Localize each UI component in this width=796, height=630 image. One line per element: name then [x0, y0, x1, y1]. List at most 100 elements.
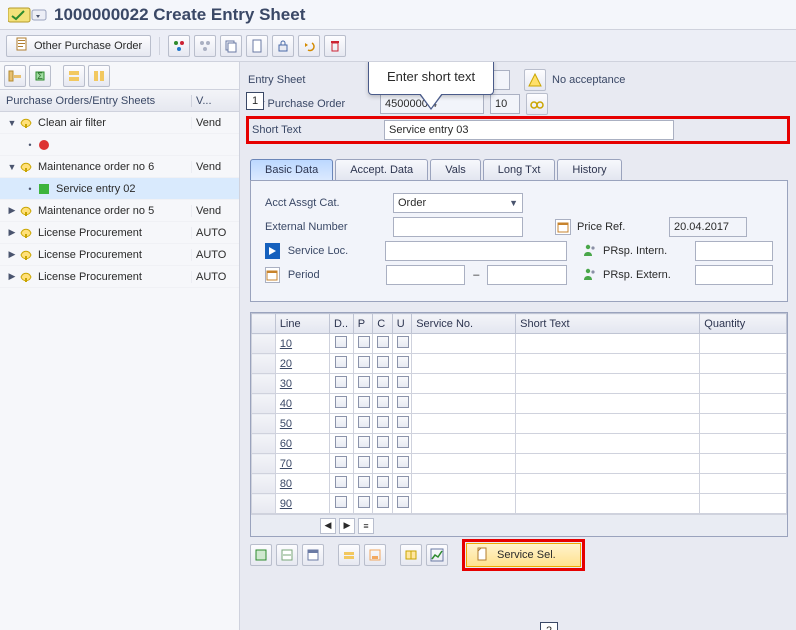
checkbox[interactable]	[335, 376, 347, 388]
checkbox[interactable]	[358, 436, 370, 448]
tree-row[interactable]: ▼Clean air filterVend	[0, 112, 239, 134]
grid-cell[interactable]	[516, 354, 700, 374]
table-row[interactable]: 50	[252, 414, 787, 434]
grid-cell[interactable]	[700, 334, 787, 354]
menu-button[interactable]	[8, 6, 48, 24]
twisty-icon[interactable]: ▶	[6, 205, 18, 216]
table-row[interactable]: 10	[252, 334, 787, 354]
tb-copy-icon[interactable]	[220, 35, 242, 57]
checkbox[interactable]	[397, 356, 409, 368]
checkbox[interactable]	[397, 336, 409, 348]
grid-cell[interactable]	[412, 374, 516, 394]
period-to-field[interactable]	[487, 265, 567, 285]
grid-header[interactable]: D..	[329, 314, 353, 334]
line-cell[interactable]: 60	[275, 434, 329, 454]
table-row[interactable]: 60	[252, 434, 787, 454]
checkbox[interactable]	[335, 436, 347, 448]
grid-cell[interactable]	[412, 334, 516, 354]
table-row[interactable]: 40	[252, 394, 787, 414]
tab-accept-data[interactable]: Accept. Data	[335, 159, 428, 180]
tree-row[interactable]: ▶License ProcurementAUTO	[0, 266, 239, 288]
grid-cell[interactable]	[412, 494, 516, 514]
grid-cell[interactable]	[412, 454, 516, 474]
grid-cell[interactable]	[700, 414, 787, 434]
checkbox[interactable]	[335, 476, 347, 488]
checkbox[interactable]	[377, 476, 389, 488]
checkbox[interactable]	[358, 496, 370, 508]
table-row[interactable]: 30	[252, 374, 787, 394]
grid-header[interactable]: P	[353, 314, 372, 334]
tree-row[interactable]: ▶License ProcurementAUTO	[0, 222, 239, 244]
price-ref-field[interactable]: 20.04.2017	[669, 217, 747, 237]
service-loc-icon[interactable]	[265, 243, 280, 259]
line-cell[interactable]: 10	[275, 334, 329, 354]
checkbox[interactable]	[358, 376, 370, 388]
grid-header[interactable]: C	[373, 314, 392, 334]
scroll-left-icon[interactable]: ◀	[320, 518, 336, 534]
glasses-icon[interactable]	[526, 93, 548, 115]
btm-icon-1[interactable]	[250, 544, 272, 566]
checkbox[interactable]	[397, 396, 409, 408]
checkbox[interactable]	[335, 356, 347, 368]
tb-lock-icon[interactable]	[272, 35, 294, 57]
checkbox[interactable]	[397, 456, 409, 468]
tree-btn-2[interactable]: Σ	[29, 65, 51, 87]
checkbox[interactable]	[397, 496, 409, 508]
checkbox[interactable]	[358, 356, 370, 368]
btm-icon-2[interactable]	[276, 544, 298, 566]
checkbox[interactable]	[377, 376, 389, 388]
grid-cell[interactable]	[516, 394, 700, 414]
twisty-icon[interactable]: •	[24, 184, 36, 194]
twisty-icon[interactable]: ▼	[6, 118, 18, 128]
checkbox[interactable]	[377, 436, 389, 448]
period-from-field[interactable]	[386, 265, 466, 285]
tb-undo-icon[interactable]	[298, 35, 320, 57]
table-row[interactable]: 20	[252, 354, 787, 374]
checkbox[interactable]	[397, 376, 409, 388]
checkbox[interactable]	[358, 396, 370, 408]
grid-cell[interactable]	[516, 414, 700, 434]
tree-row[interactable]: •	[0, 134, 239, 156]
grid-header[interactable]: Short Text	[516, 314, 700, 334]
btm-icon-4[interactable]	[338, 544, 360, 566]
checkbox[interactable]	[358, 336, 370, 348]
tree-row[interactable]: ▶License ProcurementAUTO	[0, 244, 239, 266]
tree-row[interactable]: ▼Maintenance order no 6Vend	[0, 156, 239, 178]
grid-cell[interactable]	[516, 454, 700, 474]
grid-cell[interactable]	[516, 474, 700, 494]
grid-header[interactable]	[252, 314, 276, 334]
checkbox[interactable]	[335, 396, 347, 408]
checkbox[interactable]	[377, 416, 389, 428]
grid-cell[interactable]	[412, 434, 516, 454]
grid-cell[interactable]	[700, 354, 787, 374]
checkbox[interactable]	[377, 356, 389, 368]
twisty-icon[interactable]: ▶	[6, 271, 18, 282]
tree-row[interactable]: •Service entry 02	[0, 178, 239, 200]
tree-btn-4[interactable]	[88, 65, 110, 87]
tb-delete-icon[interactable]	[324, 35, 346, 57]
grid-cell[interactable]	[700, 374, 787, 394]
tab-history[interactable]: History	[557, 159, 621, 180]
grid-header[interactable]: Quantity	[700, 314, 787, 334]
twisty-icon[interactable]: ▶	[6, 227, 18, 238]
nav-break-icon[interactable]: ≡	[358, 518, 374, 534]
line-cell[interactable]: 30	[275, 374, 329, 394]
checkbox[interactable]	[377, 456, 389, 468]
tb-doc-icon[interactable]	[246, 35, 268, 57]
checkbox[interactable]	[397, 476, 409, 488]
btm-icon-6[interactable]	[400, 544, 422, 566]
twisty-icon[interactable]: •	[24, 140, 36, 150]
prsp-extern-field[interactable]	[695, 265, 773, 285]
checkbox[interactable]	[397, 436, 409, 448]
btm-icon-3[interactable]	[302, 544, 324, 566]
checkbox[interactable]	[335, 456, 347, 468]
checkbox[interactable]	[397, 416, 409, 428]
table-row[interactable]: 80	[252, 474, 787, 494]
other-po-button[interactable]: Other Purchase Order	[6, 35, 151, 57]
checkbox[interactable]	[377, 496, 389, 508]
tree-btn-3[interactable]	[63, 65, 85, 87]
tb-icon-1[interactable]	[168, 35, 190, 57]
grid-header[interactable]: Service No.	[412, 314, 516, 334]
grid-cell[interactable]	[516, 434, 700, 454]
checkbox[interactable]	[358, 476, 370, 488]
